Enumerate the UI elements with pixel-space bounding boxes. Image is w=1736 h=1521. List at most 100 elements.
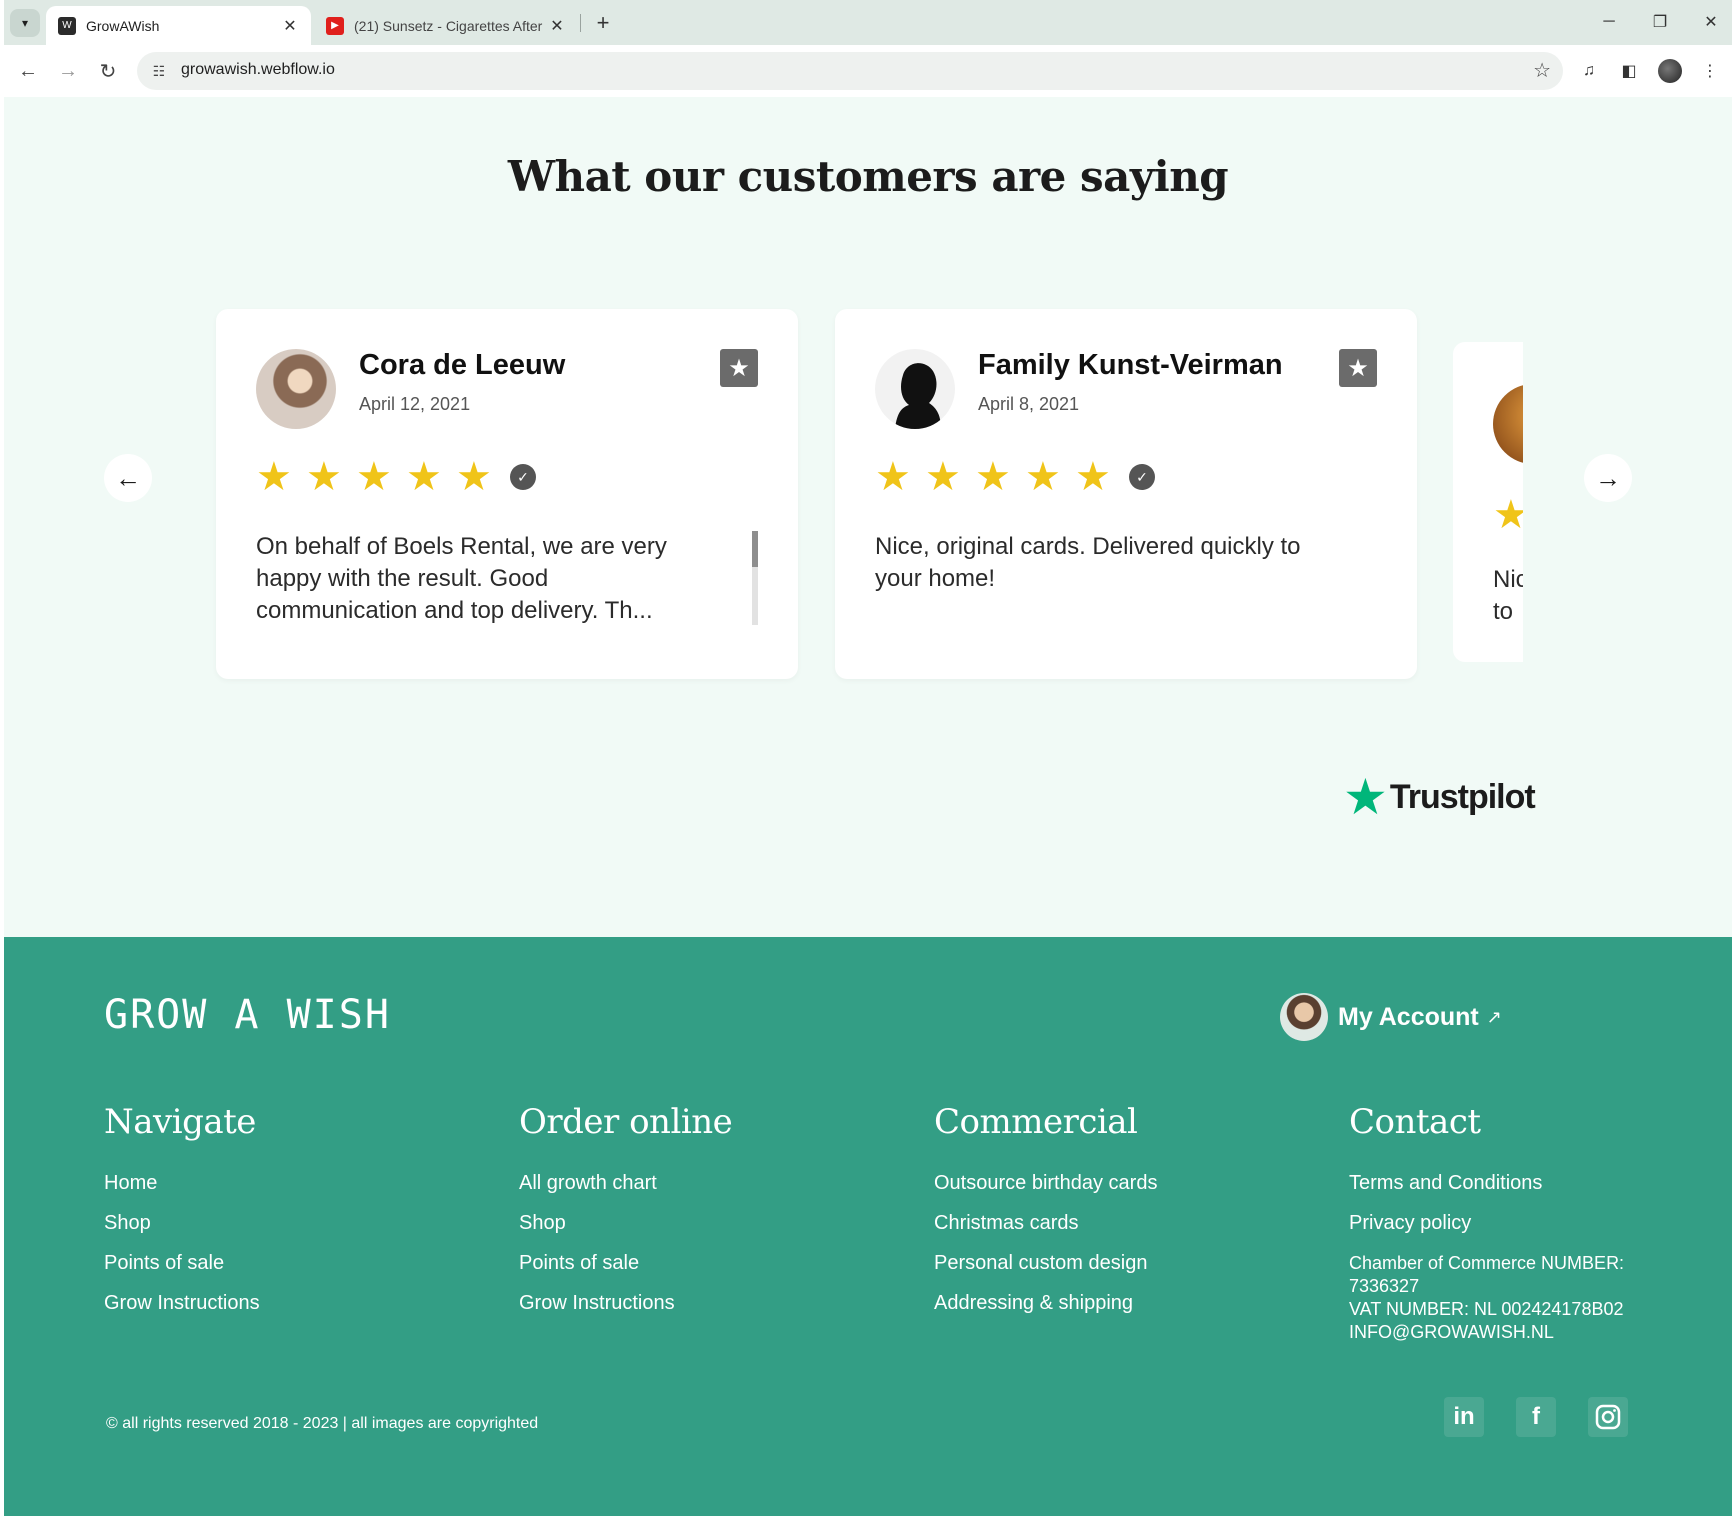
footer-link-all-growth-chart[interactable]: All growth chart [519,1172,899,1212]
star-icon: ★ [456,455,492,499]
footer-link-shop[interactable]: Shop [104,1212,484,1252]
footer-link-terms[interactable]: Terms and Conditions [1349,1172,1729,1212]
profile-avatar[interactable] [1656,57,1684,85]
footer-heading: Order online [519,1102,733,1142]
restore-button[interactable]: ❐ [1637,8,1683,36]
footer-link-grow-instructions[interactable]: Grow Instructions [519,1292,899,1332]
growawish-logo[interactable]: GROW A WISH [104,992,391,1038]
review-text: Nice, original cards. Delivered quickly … [875,533,1301,592]
reload-button[interactable]: ↻ [93,56,123,86]
browser-window: ▾ W GrowAWish ✕ ▶ (21) Sunsetz - Cigaret… [4,0,1732,1516]
footer-heading: Commercial [934,1102,1138,1142]
verified-check-icon: ✓ [1129,464,1155,490]
site-info-icon[interactable]: ☷ [149,61,169,81]
trustpilot-badge-icon: ★ [720,349,758,387]
account-label: My Account [1338,1002,1479,1031]
star-icon: ★ [875,455,911,499]
review-scrollbar[interactable] [752,531,758,625]
tab-search-button[interactable]: ▾ [10,9,40,37]
reviewer-avatar [256,349,336,429]
star-icon: ★ [306,455,342,499]
footer-column-order-online: Order online All growth chart Shop Point… [519,1102,899,1332]
carousel-next-button[interactable]: → [1584,454,1632,502]
copyright-text: © all rights reserved 2018 - 2023 | all … [106,1415,539,1432]
footer-heading: Contact [1349,1102,1481,1142]
footer: GROW A WISH My Account ↗ Navigate Home S… [4,937,1732,1516]
instagram-icon[interactable] [1588,1397,1628,1437]
footer-link-personal-custom-design[interactable]: Personal custom design [934,1252,1314,1292]
star-rating: ★ ★ ★ ★ ★ ✓ [256,457,536,497]
star-icon: ★ [1025,455,1061,499]
webflow-favicon-icon: W [58,16,76,35]
account-avatar [1280,993,1328,1041]
arrow-left-icon: ← [115,462,141,493]
review-card: Family Kunst-Veirman April 8, 2021 ★ ★ ★… [835,309,1417,679]
chamber-of-commerce-label: Chamber of Commerce NUMBER: [1349,1253,1625,1273]
footer-link-home[interactable]: Home [104,1172,484,1212]
star-icon: ★ [356,455,392,499]
vat-number: VAT NUMBER: NL 002424178B02 [1349,1299,1624,1319]
review-text: On behalf of Boels Rental, we are very h… [256,533,667,624]
trustpilot-logo[interactable]: ★ Trustpilot [1343,769,1536,825]
linkedin-icon[interactable]: in [1444,1397,1484,1437]
footer-link-grow-instructions[interactable]: Grow Instructions [104,1292,484,1332]
footer-link-points-of-sale[interactable]: Points of sale [104,1252,484,1292]
back-button[interactable]: ← [13,56,43,86]
url-text[interactable]: growawish.webflow.io [181,61,335,79]
footer-column-contact: Contact Terms and Conditions Privacy pol… [1349,1102,1729,1344]
reviewer-name: Family Kunst-Veirman [978,349,1283,381]
arrow-right-icon: → [1595,462,1621,493]
reviewer-avatar [875,349,955,429]
close-tab-icon[interactable]: ✕ [279,16,301,36]
footer-link-outsource-birthday-cards[interactable]: Outsource birthday cards [934,1172,1314,1212]
close-window-button[interactable]: ✕ [1688,8,1732,36]
scrollbar-thumb[interactable] [752,531,758,567]
tab-strip: ▾ W GrowAWish ✕ ▶ (21) Sunsetz - Cigaret… [4,0,1732,45]
review-text: Nic to [1493,566,1523,625]
review-date: April 8, 2021 [978,394,1080,414]
side-panel-icon[interactable]: ◧ [1615,57,1643,85]
tab-youtube[interactable]: ▶ (21) Sunsetz - Cigarettes After S ✕ [318,6,578,45]
reviewer-avatar [1493,384,1523,464]
tab-title: (21) Sunsetz - Cigarettes After S [354,17,546,34]
facebook-icon[interactable]: f [1516,1397,1556,1437]
browser-toolbar: ← → ↻ ☷ growawish.webflow.io ☆ ♫ ◧ ⋮ [4,45,1732,97]
contact-email[interactable]: INFO@GROWAWISH.NL [1349,1321,1729,1344]
footer-link-shop[interactable]: Shop [519,1212,899,1252]
star-icon: ★ [1493,493,1523,537]
page-content: What our customers are saying ← → Cora d… [4,97,1732,1516]
footer-link-addressing-shipping[interactable]: Addressing & shipping [934,1292,1314,1332]
trustpilot-star-icon: ★ [1343,769,1388,825]
star-icon: ★ [406,455,442,499]
star-rating: ★ ★ ★ ★ ★ ✓ [875,457,1155,497]
testimonials-heading: What our customers are saying [507,152,1229,201]
footer-link-christmas-cards[interactable]: Christmas cards [934,1212,1314,1252]
tab-separator [580,14,581,32]
new-tab-button[interactable]: + [589,9,617,37]
star-icon: ★ [256,455,292,499]
carousel-prev-button[interactable]: ← [104,454,152,502]
media-control-icon[interactable]: ♫ [1575,57,1603,85]
reviewer-name: Cora de Leeuw [359,349,566,381]
footer-column-commercial: Commercial Outsource birthday cards Chri… [934,1102,1314,1332]
review-date: April 12, 2021 [359,394,471,414]
close-tab-icon[interactable]: ✕ [546,16,568,36]
tab-growawish[interactable]: W GrowAWish ✕ [46,6,311,45]
verified-check-icon: ✓ [510,464,536,490]
bookmark-star-icon[interactable]: ☆ [1533,58,1551,83]
minimize-button[interactable]: ─ [1586,8,1632,36]
youtube-favicon-icon: ▶ [326,16,344,35]
browser-menu-icon[interactable]: ⋮ [1696,57,1724,85]
star-icon: ★ [975,455,1011,499]
review-card: Cora de Leeuw April 12, 2021 ★ ★ ★ ★ ★ ★… [216,309,798,679]
footer-link-points-of-sale[interactable]: Points of sale [519,1252,899,1292]
my-account-link[interactable]: My Account ↗ [1280,993,1502,1041]
trustpilot-badge-icon: ★ [1339,349,1377,387]
forward-button[interactable]: → [53,56,83,86]
external-arrow-icon: ↗ [1486,1006,1502,1027]
review-card-partial: ★ Nic to [1453,342,1523,662]
star-icon: ★ [925,455,961,499]
star-icon: ★ [1075,455,1111,499]
address-bar[interactable]: ☷ growawish.webflow.io ☆ [137,52,1563,90]
footer-link-privacy[interactable]: Privacy policy [1349,1212,1729,1252]
